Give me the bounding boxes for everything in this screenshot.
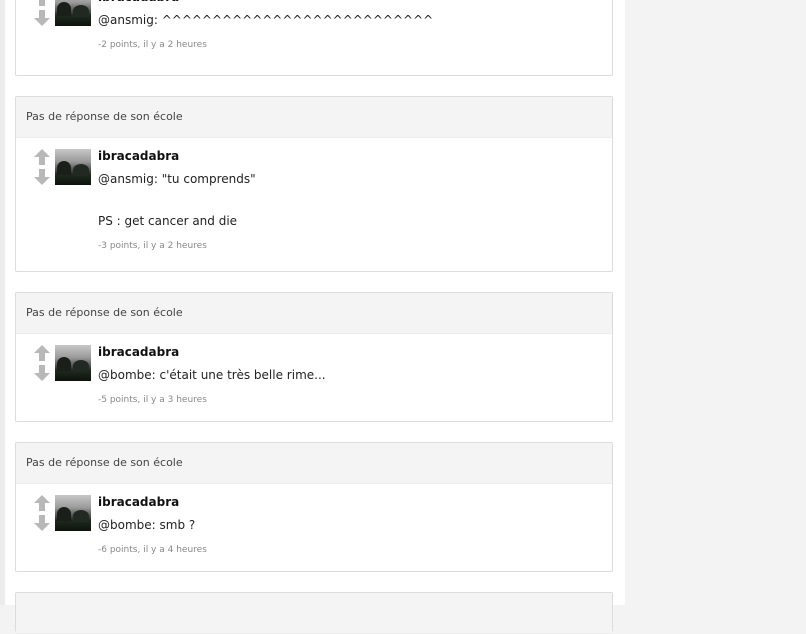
comment-text: @bombe: c'était une très belle rime... <box>98 368 326 382</box>
comment-meta: -6 points, il y a 4 heures <box>98 545 207 555</box>
comment-card: ibracadabra @ansmig: ^^^^^^^^^^^^^^^^^^^… <box>15 0 613 76</box>
comment-body: ibracadabra @ansmig: ^^^^^^^^^^^^^^^^^^^… <box>98 0 602 51</box>
vote-controls <box>33 494 51 532</box>
comment-author[interactable]: ibracadabra <box>98 345 602 359</box>
comment-meta: -2 points, il y a 2 heures <box>98 40 207 50</box>
comment-author[interactable]: ibracadabra <box>98 0 602 4</box>
card-header[interactable]: Pas de réponse de son école <box>16 97 612 138</box>
card-header[interactable] <box>16 593 612 634</box>
down-arrow-icon[interactable] <box>34 169 50 185</box>
avatar[interactable] <box>55 345 91 381</box>
avatar[interactable] <box>55 495 91 531</box>
up-arrow-icon[interactable] <box>34 0 50 6</box>
comment-card: Pas de réponse de son école ibracadabra … <box>15 292 613 422</box>
comment-author[interactable]: ibracadabra <box>98 495 602 509</box>
comment-body: ibracadabra @bombe: c'était une très bel… <box>98 334 602 406</box>
card-header[interactable]: Pas de réponse de son école <box>16 443 612 484</box>
card-header[interactable]: Pas de réponse de son école <box>16 293 612 334</box>
comment-text: @bombe: smb ? <box>98 518 196 532</box>
comment-body: ibracadabra @bombe: smb ? -6 points, il … <box>98 484 602 556</box>
comment-author[interactable]: ibracadabra <box>98 149 602 163</box>
avatar[interactable] <box>55 0 91 26</box>
down-arrow-icon[interactable] <box>34 365 50 381</box>
comment-card: Pas de réponse de son école ibracadabra … <box>15 96 613 272</box>
up-arrow-icon[interactable] <box>34 149 50 165</box>
vote-controls <box>33 148 51 186</box>
vote-controls <box>33 0 51 27</box>
comment-card: Pas de réponse de son école ibracadabra … <box>15 442 613 572</box>
down-arrow-icon[interactable] <box>34 10 50 26</box>
comment-card <box>15 592 613 634</box>
up-arrow-icon[interactable] <box>34 345 50 361</box>
comment-text: @ansmig: "tu comprends" PS : get cancer … <box>98 172 256 228</box>
right-pane <box>625 0 806 605</box>
down-arrow-icon[interactable] <box>34 515 50 531</box>
comment-meta: -5 points, il y a 3 heures <box>98 395 207 405</box>
comment-meta: -3 points, il y a 2 heures <box>98 241 207 251</box>
avatar[interactable] <box>55 149 91 185</box>
up-arrow-icon[interactable] <box>34 495 50 511</box>
comment-body: ibracadabra @ansmig: "tu comprends" PS :… <box>98 138 602 252</box>
vote-controls <box>33 344 51 382</box>
comment-text: @ansmig: ^^^^^^^^^^^^^^^^^^^^^^^^^^^ <box>98 13 434 27</box>
